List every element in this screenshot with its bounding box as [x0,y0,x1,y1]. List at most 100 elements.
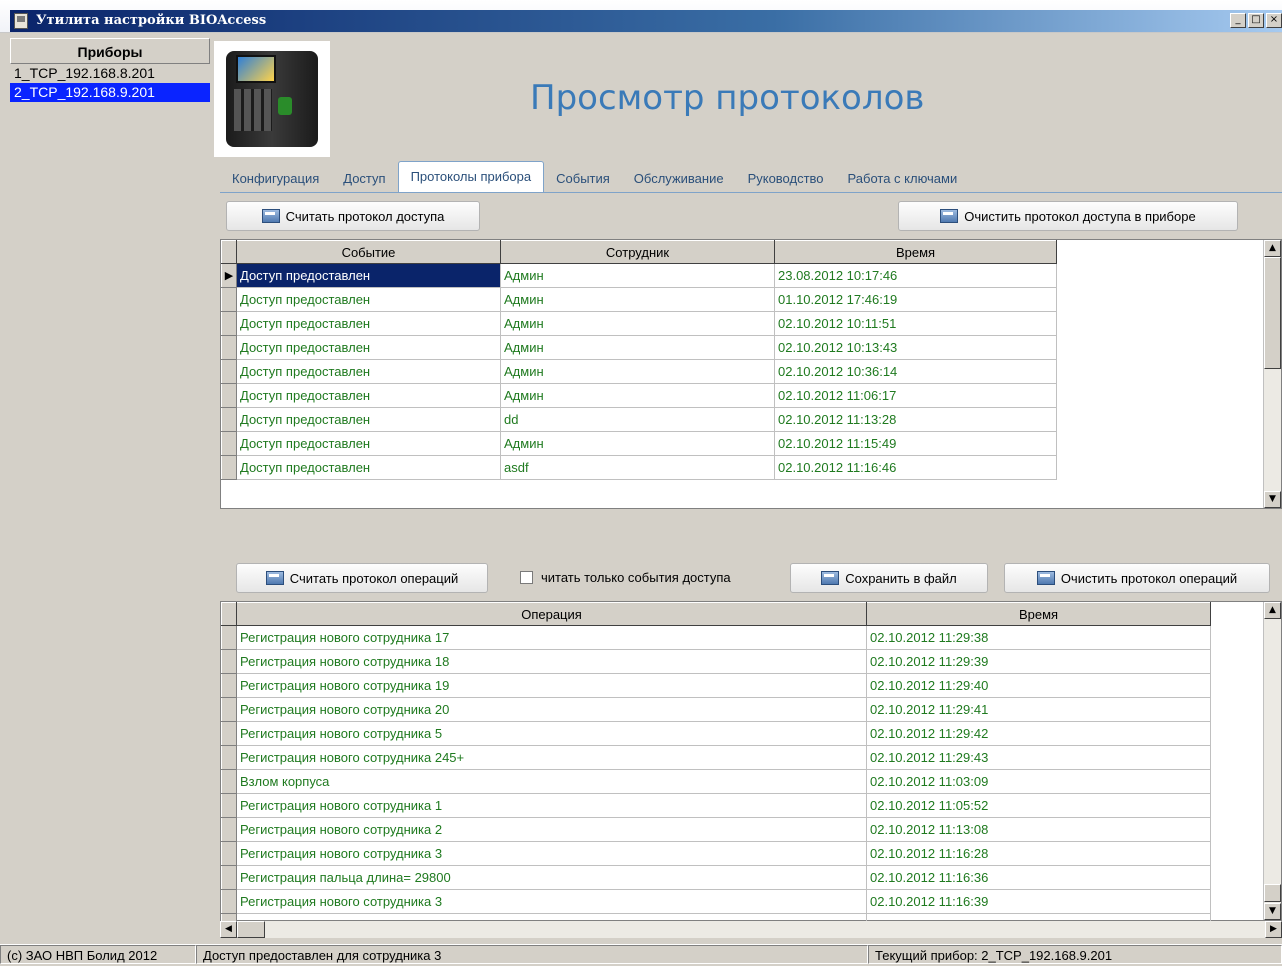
row-indicator[interactable] [221,625,237,650]
cell-time[interactable]: 23.08.2012 10:17:46 [774,263,1057,288]
device-item-2[interactable]: 2_TCP_192.168.9.201 [10,83,210,102]
operations-log-vscroll[interactable]: ▲ ▼ [1263,602,1281,920]
cell-op-time[interactable]: 02.10.2012 11:13:08 [866,817,1211,842]
minimize-button[interactable]: _ [1230,13,1246,28]
table-row[interactable]: ▶ Доступ предоставлен Админ 23.08.2012 10:1… [221,263,1057,288]
row-indicator[interactable] [221,359,237,384]
cell-operation[interactable]: Регистрация нового сотрудника 18 [236,649,867,674]
close-button[interactable]: × [1266,13,1282,28]
clear-access-log-button[interactable]: Очистить протокол доступа в приборе [898,201,1238,231]
cell-employee[interactable]: Админ [500,311,775,336]
cell-time[interactable]: 01.10.2012 17:46:19 [774,287,1057,312]
save-to-file-button[interactable]: Сохранить в файл [790,563,988,593]
cell-operation[interactable]: Регистрация нового сотрудника 2 [236,817,867,842]
table-row[interactable]: Доступ предоставлен asdf 02.10.2012 11:16:… [221,455,1057,480]
cell-time[interactable]: 02.10.2012 11:16:46 [774,455,1057,480]
cell-event[interactable]: Доступ предоставлен [236,407,501,432]
cell-op-time[interactable]: 02.10.2012 11:29:41 [866,697,1211,722]
cell-op-time[interactable]: 02.10.2012 11:29:42 [866,721,1211,746]
cell-employee[interactable]: Админ [500,359,775,384]
hscroll-thumb[interactable] [237,921,265,938]
cell-operation[interactable]: Регистрация нового сотрудника 17 [236,625,867,650]
scroll-up-icon[interactable]: ▲ [1264,240,1281,257]
row-indicator[interactable] [221,335,237,360]
cell-time[interactable]: 02.10.2012 10:11:51 [774,311,1057,336]
row-indicator[interactable] [221,769,237,794]
row-indicator[interactable] [221,455,237,480]
table-row[interactable]: Доступ предоставлен Админ 02.10.2012 10:11… [221,311,1057,336]
col-operation[interactable]: Операция [236,602,867,626]
tab-configuration[interactable]: Конфигурация [220,166,331,192]
cell-time[interactable]: 02.10.2012 11:06:17 [774,383,1057,408]
row-indicator[interactable] [221,649,237,674]
row-indicator[interactable] [221,865,237,890]
col-event[interactable]: Событие [236,240,501,264]
scroll-right-icon[interactable]: ▶ [1265,921,1282,938]
tab-access[interactable]: Доступ [331,166,397,192]
row-indicator[interactable] [221,817,237,842]
cell-operation[interactable]: Взлом корпуса [236,769,867,794]
table-row[interactable]: Доступ предоставлен Админ 02.10.2012 10:36… [221,359,1057,384]
cell-op-time[interactable]: 02.10.2012 11:29:38 [866,625,1211,650]
table-row[interactable]: Регистрация нового сотрудника 18 02.10.20… [221,649,1211,674]
cell-employee[interactable]: asdf [500,455,775,480]
tab-device-logs[interactable]: Протоколы прибора [397,161,545,192]
table-row[interactable]: Взлом корпуса 02.10.2012 11:03:09 [221,769,1211,794]
cell-employee[interactable]: Админ [500,383,775,408]
access-log-vscroll[interactable]: ▲ ▼ [1263,240,1281,508]
cell-time[interactable]: 02.10.2012 11:15:49 [774,431,1057,456]
cell-operation[interactable]: Регистрация нового сотрудника 1 [236,793,867,818]
access-only-checkbox-row[interactable]: читать только события доступа [520,570,731,585]
table-row[interactable]: Регистрация нового сотрудника 20 02.10.20… [221,697,1211,722]
row-indicator[interactable] [221,697,237,722]
cell-operation[interactable]: Регистрация пальца длина= 29800 [236,865,867,890]
cell-operation[interactable]: Регистрация нового сотрудника 245+ [236,745,867,770]
cell-event[interactable]: Доступ предоставлен [236,311,501,336]
cell-employee[interactable]: Админ [500,431,775,456]
row-indicator[interactable] [221,793,237,818]
col-time[interactable]: Время [774,240,1057,264]
scroll-thumb[interactable] [1264,257,1281,369]
cell-employee[interactable]: dd [500,407,775,432]
cell-op-time[interactable]: 02.10.2012 11:16:36 [866,865,1211,890]
table-row[interactable]: Регистрация нового сотрудника 3 02.10.201… [221,889,1211,914]
row-indicator[interactable] [221,841,237,866]
cell-op-time[interactable]: 02.10.2012 11:03:09 [866,769,1211,794]
tab-manual[interactable]: Руководство [736,166,836,192]
access-log-grid[interactable]: Событие Сотрудник Время ▶ Доступ предоста… [220,239,1282,509]
cell-employee[interactable]: Админ [500,287,775,312]
cell-event[interactable]: Доступ предоставлен [236,455,501,480]
table-row[interactable]: Регистрация нового сотрудника 17 02.10.20… [221,625,1211,650]
table-row[interactable]: Доступ предоставлен Админ 01.10.2012 17:46… [221,287,1057,312]
cell-event[interactable]: Доступ предоставлен [236,359,501,384]
row-indicator[interactable] [221,721,237,746]
cell-event[interactable]: Доступ предоставлен [236,383,501,408]
operations-log-hscroll[interactable]: ◀ ▶ [220,921,1282,938]
cell-event[interactable]: Доступ предоставлен [236,287,501,312]
read-operations-log-button[interactable]: Считать протокол операций [236,563,488,593]
row-indicator[interactable] [221,745,237,770]
cell-time[interactable]: 02.10.2012 11:13:28 [774,407,1057,432]
maximize-button[interactable]: □ [1248,13,1264,28]
table-row[interactable]: Регистрация нового сотрудника 19 02.10.20… [221,673,1211,698]
table-row[interactable]: Регистрация нового сотрудника 245+ 02.10.… [221,745,1211,770]
table-row[interactable]: Доступ предоставлен Админ 02.10.2012 10:13… [221,335,1057,360]
scroll-up-icon[interactable]: ▲ [1264,602,1281,619]
row-indicator[interactable] [221,889,237,914]
cell-employee[interactable]: Админ [500,335,775,360]
cell-operation[interactable]: Регистрация нового сотрудника 5 [236,721,867,746]
cell-time[interactable]: 02.10.2012 10:36:14 [774,359,1057,384]
row-indicator[interactable] [221,407,237,432]
cell-operation[interactable]: Регистрация нового сотрудника 3 [236,841,867,866]
scroll-down-icon[interactable]: ▼ [1264,903,1281,920]
table-row[interactable]: Регистрация нового сотрудника 5 02.10.201… [221,721,1211,746]
table-row[interactable]: Регистрация пальца длина= 29800 02.10.201… [221,865,1211,890]
tab-events[interactable]: События [544,166,622,192]
row-indicator[interactable] [221,311,237,336]
col-op-time[interactable]: Время [866,602,1211,626]
title-bar-frame[interactable]: Утилита настройки BIOAccess _ □ × [10,10,1282,32]
table-row[interactable]: Доступ предоставлен dd 02.10.2012 11:13:28 [221,407,1057,432]
cell-op-time[interactable]: 02.10.2012 11:16:28 [866,841,1211,866]
table-row[interactable]: Доступ предоставлен Админ 02.10.2012 11:06… [221,383,1057,408]
cell-op-time[interactable]: 02.10.2012 11:05:52 [866,793,1211,818]
